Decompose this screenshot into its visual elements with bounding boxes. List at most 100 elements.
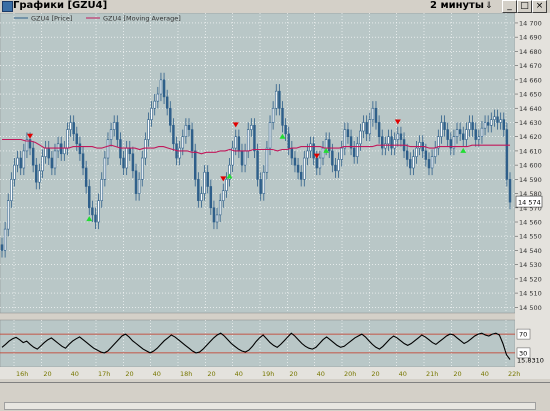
price-y-tick-label: 14 620 bbox=[519, 133, 542, 141]
minimize-icon[interactable]: _ bbox=[502, 0, 517, 13]
candle-body bbox=[359, 130, 362, 145]
price-y-tick-label: 14 700 bbox=[519, 19, 542, 27]
candle-body bbox=[455, 129, 459, 137]
candle-body bbox=[465, 129, 468, 140]
candle-body bbox=[250, 125, 253, 130]
candle-body bbox=[234, 136, 237, 149]
candle-body bbox=[328, 139, 331, 152]
candle-body bbox=[7, 200, 10, 230]
candle-body bbox=[22, 150, 26, 169]
candle-body bbox=[390, 136, 393, 149]
candle-body bbox=[3, 228, 7, 251]
candle-body bbox=[147, 119, 150, 140]
interval-selector[interactable]: 2 минуты bbox=[430, 0, 484, 12]
candle-body bbox=[480, 127, 484, 137]
candle-body bbox=[393, 139, 396, 149]
close-icon[interactable]: × bbox=[532, 0, 547, 13]
candle-body bbox=[446, 129, 449, 140]
x-tick-label: 20 bbox=[453, 370, 461, 378]
candle-body bbox=[100, 179, 103, 201]
candle-body bbox=[268, 122, 272, 149]
x-tick-label: 40 bbox=[481, 370, 489, 378]
price-y-tick-label: 14 640 bbox=[519, 105, 542, 113]
candle-body bbox=[321, 147, 325, 159]
candle-body bbox=[415, 147, 418, 157]
candle-body bbox=[144, 139, 147, 159]
candle-body bbox=[399, 133, 403, 140]
x-tick-label: 20h bbox=[344, 370, 356, 378]
candle-body bbox=[324, 139, 328, 149]
candle-body bbox=[312, 143, 315, 159]
candle-body bbox=[471, 122, 474, 130]
candle-body bbox=[218, 200, 222, 216]
candle-body bbox=[240, 150, 244, 166]
candle-body bbox=[44, 147, 47, 157]
candle-body bbox=[72, 122, 75, 135]
x-tick-label: 20 bbox=[43, 370, 51, 378]
candle-body bbox=[112, 122, 116, 130]
candle-body bbox=[384, 143, 387, 149]
candle-body bbox=[396, 133, 400, 140]
candle-body bbox=[162, 79, 166, 98]
candle-body bbox=[409, 159, 412, 169]
candle-body bbox=[103, 157, 107, 180]
price-y-tick-label: 14 670 bbox=[519, 62, 542, 70]
x-tick-label: 18h bbox=[180, 370, 192, 378]
candle-body bbox=[486, 122, 490, 126]
price-y-tick-label: 14 650 bbox=[519, 91, 542, 99]
price-y-tick-label: 14 660 bbox=[519, 76, 542, 84]
candle-body bbox=[246, 129, 250, 152]
candle-body bbox=[493, 116, 496, 120]
candle-body bbox=[91, 207, 94, 216]
candle-body bbox=[172, 125, 175, 145]
candle-body bbox=[499, 119, 502, 123]
candle-body bbox=[237, 136, 241, 152]
candle-body bbox=[212, 207, 216, 223]
candle-body bbox=[193, 150, 197, 180]
candle-body bbox=[371, 107, 375, 120]
candle-body bbox=[318, 157, 322, 169]
horizontal-scrollbar[interactable] bbox=[4, 402, 536, 410]
legend-ma-label: GZU4 [Moving Average] bbox=[103, 15, 181, 23]
candle-body bbox=[346, 129, 350, 137]
maximize-icon[interactable]: □ bbox=[517, 0, 532, 13]
candle-body bbox=[125, 147, 128, 169]
app-icon bbox=[2, 1, 13, 12]
candle-body bbox=[209, 186, 213, 209]
price-y-tick-label: 14 600 bbox=[519, 162, 542, 170]
candle-body bbox=[19, 157, 22, 169]
candle-body bbox=[281, 107, 284, 126]
candle-body bbox=[0, 244, 4, 251]
candle-body bbox=[287, 133, 290, 149]
candle-body bbox=[253, 125, 256, 152]
candle-body bbox=[137, 179, 141, 194]
candle-body bbox=[458, 129, 462, 135]
candle-body bbox=[222, 190, 225, 201]
candle-body bbox=[119, 139, 122, 159]
candle-body bbox=[97, 200, 100, 223]
candle-body bbox=[356, 143, 359, 157]
x-tick-label: 20 bbox=[125, 370, 133, 378]
candle-body bbox=[483, 122, 487, 129]
x-tick-label: 19h bbox=[262, 370, 274, 378]
candle-body bbox=[315, 157, 319, 169]
candle-body bbox=[284, 125, 287, 135]
candle-body bbox=[362, 122, 365, 132]
candle-body bbox=[153, 100, 156, 109]
candle-body bbox=[122, 157, 125, 169]
candle-body bbox=[197, 179, 200, 201]
price-y-tick-label: 14 500 bbox=[519, 304, 542, 312]
candle-body bbox=[63, 147, 66, 155]
price-y-tick-label: 14 560 bbox=[519, 219, 542, 227]
candle-body bbox=[69, 122, 72, 130]
candle-body bbox=[243, 150, 247, 166]
candle-body bbox=[265, 147, 269, 173]
download-arrow-icon[interactable]: ⇓ bbox=[485, 0, 493, 12]
x-axis-panel bbox=[0, 367, 550, 379]
candle-body bbox=[169, 107, 172, 126]
candle-body bbox=[16, 157, 19, 166]
price-y-tick-label: 14 610 bbox=[519, 147, 542, 155]
candle-body bbox=[156, 93, 160, 102]
candle-body bbox=[374, 107, 378, 123]
chart-area[interactable]: 14 700 14 690 14 680 14 670 14 660 14 650 14 6… bbox=[0, 13, 550, 382]
